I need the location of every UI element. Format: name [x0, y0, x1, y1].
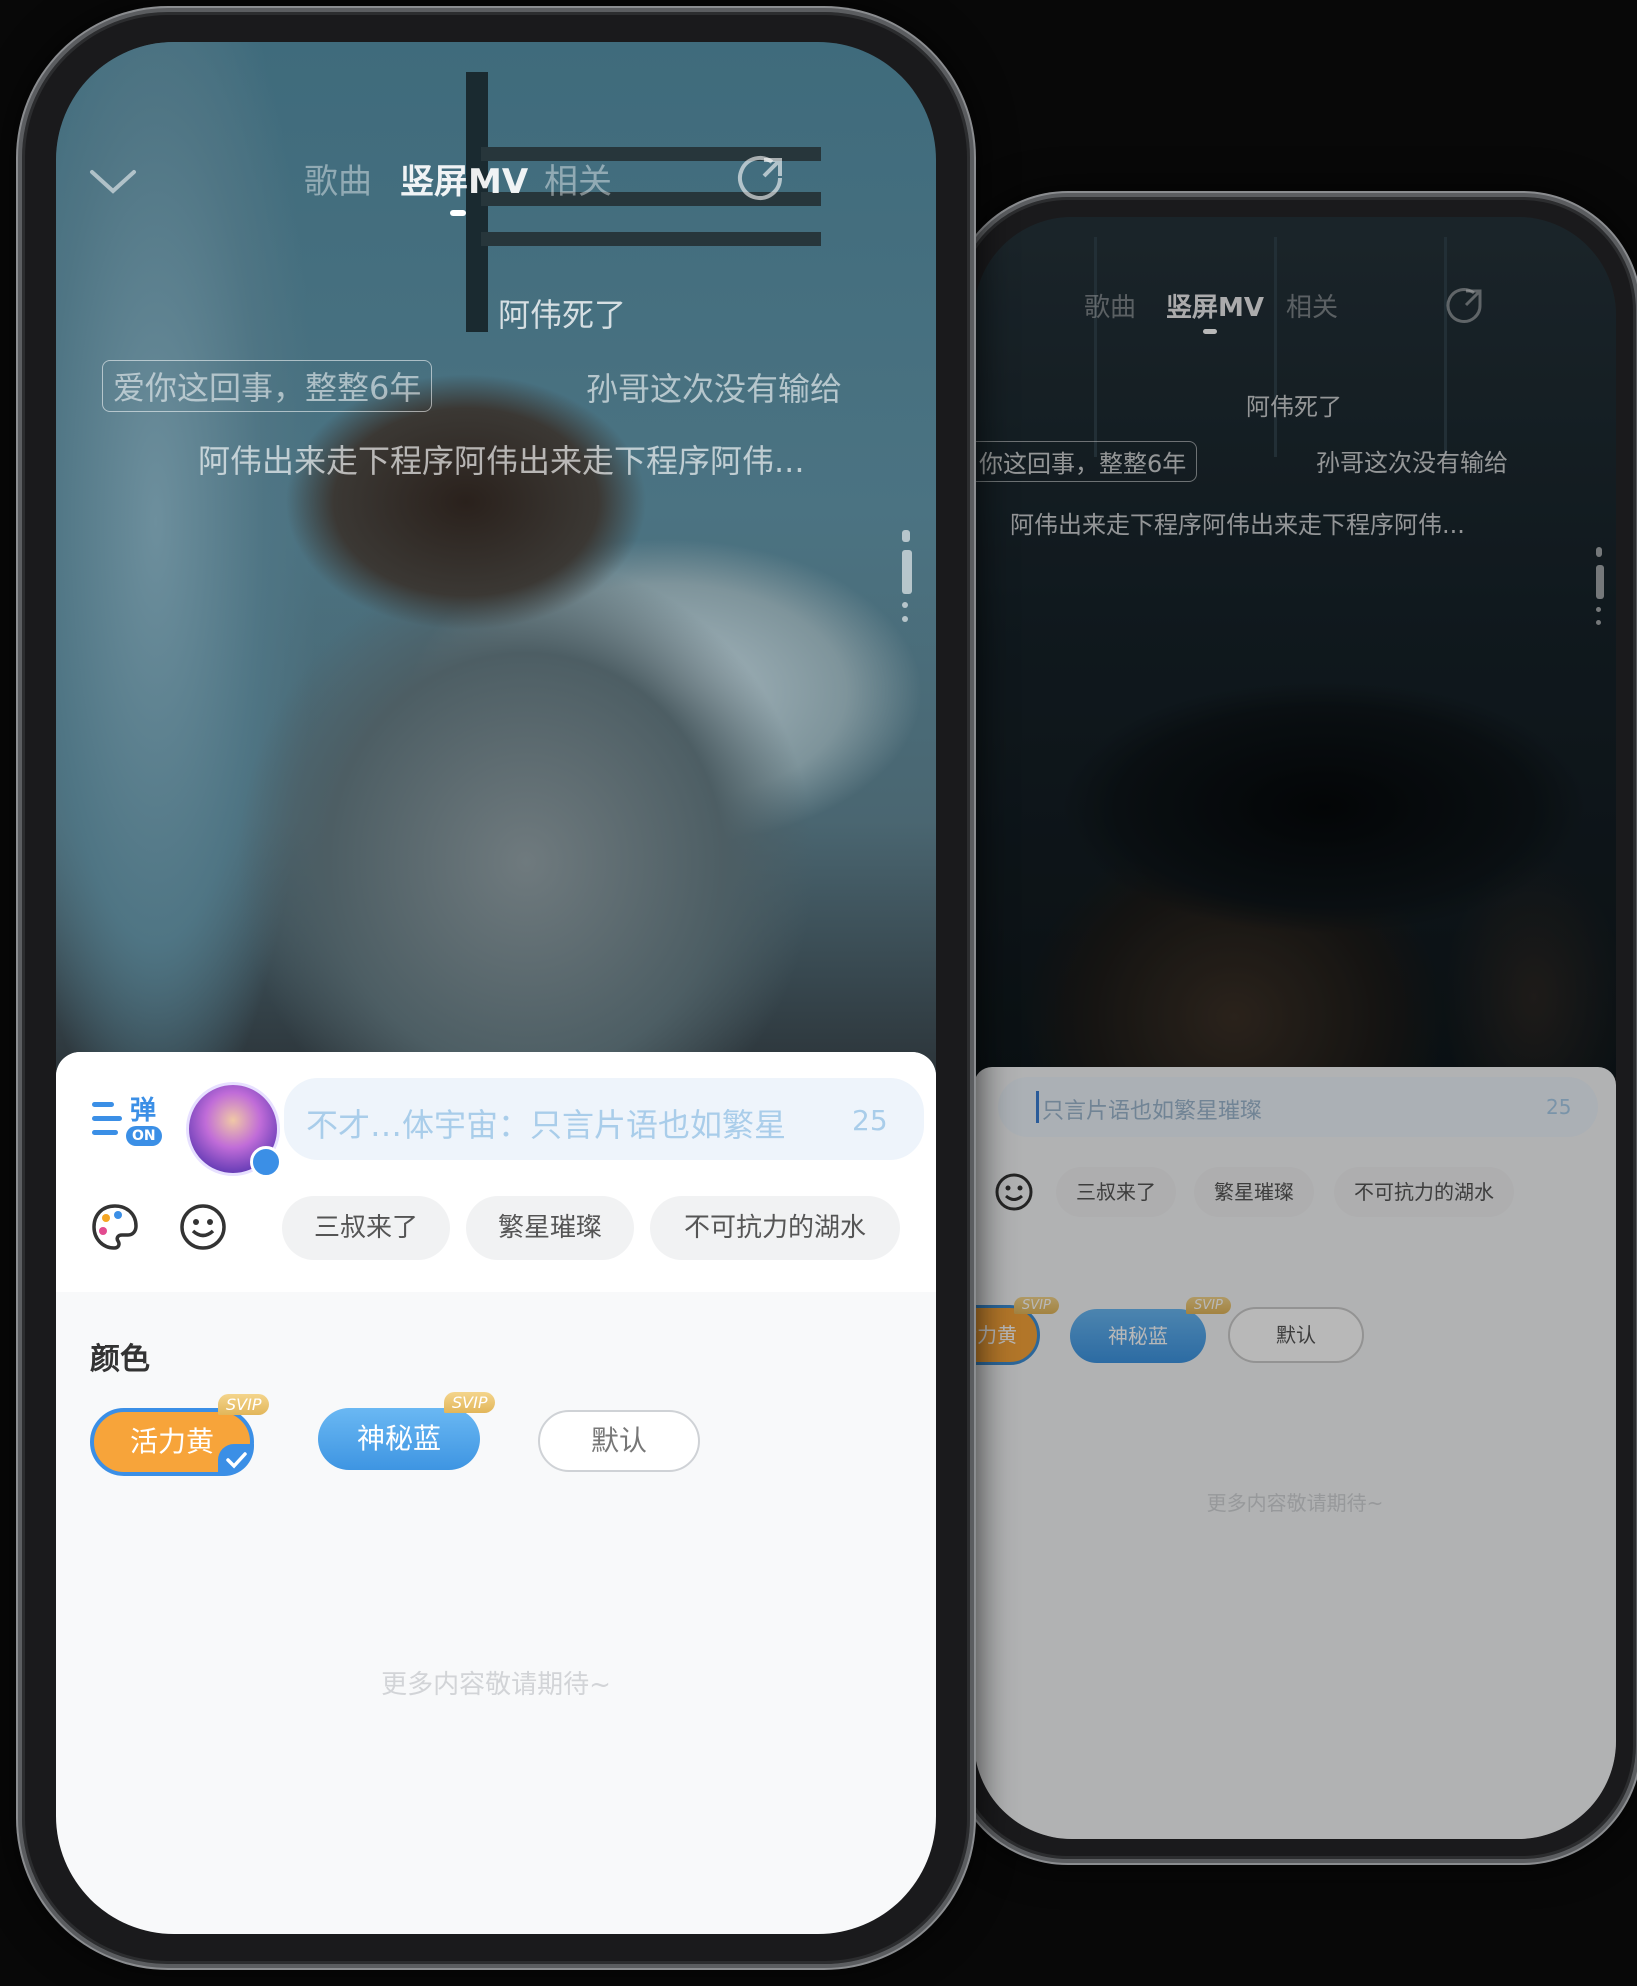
tab-song[interactable]: 歌曲: [1084, 287, 1136, 324]
color-option-yellow[interactable]: 活力黄: [974, 1305, 1040, 1365]
danmaku-style-panel: 只言片语也如繁星璀璨 25 三叔来了 繁星璀璨 不可抗力的湖水 活力黄 SVIP…: [974, 1067, 1616, 1839]
char-count: 25: [852, 1104, 888, 1137]
svip-badge: SVIP: [444, 1392, 496, 1413]
tab-indicator: [1203, 329, 1217, 334]
color-option-blue[interactable]: 神秘蓝: [318, 1408, 480, 1470]
color-option-label: 神秘蓝: [1108, 1324, 1168, 1348]
danmaku-comment-own: 你这回事，整整6年: [974, 441, 1198, 482]
danmaku-input-text: 只言片语也如繁星璀璨: [1042, 1099, 1263, 1124]
side-control-strip: [902, 530, 912, 630]
tab-related[interactable]: 相关: [1286, 287, 1338, 324]
back-phone-screen: 歌曲 竖屏MV 相关 阿伟死了 你这回事，整整6年 孙哥这次没有输给 阿伟出来走…: [974, 217, 1616, 1839]
share-icon[interactable]: [1444, 285, 1486, 327]
svip-badge: SVIP: [1014, 1297, 1059, 1314]
tab-song[interactable]: 歌曲: [304, 154, 372, 203]
collapse-chevron-icon[interactable]: [88, 166, 138, 196]
color-option-default[interactable]: 默认: [1228, 1307, 1364, 1363]
color-option-label: 默认: [1276, 1323, 1316, 1347]
coming-soon-note: 更多内容敬请期待~: [1206, 1491, 1384, 1515]
dot-icon: [902, 602, 908, 608]
svip-badge: SVIP: [218, 1394, 270, 1415]
svip-badge: SVIP: [1186, 1297, 1231, 1314]
palette-icon[interactable]: [90, 1202, 140, 1252]
danmaku-toggle-label: 弹: [130, 1096, 157, 1126]
quick-phrase-chip[interactable]: 三叔来了: [1056, 1167, 1176, 1217]
color-option-default[interactable]: 默认: [538, 1410, 700, 1472]
quick-phrase-chip[interactable]: 三叔来了: [282, 1196, 450, 1260]
back-phone-frame: 歌曲 竖屏MV 相关 阿伟死了 你这回事，整整6年 孙哥这次没有输给 阿伟出来走…: [950, 193, 1637, 1863]
top-tab-bar: 歌曲 竖屏MV 相关: [974, 287, 1616, 347]
tab-vertical-mv[interactable]: 竖屏MV: [400, 154, 528, 203]
danmaku-comment: 孙哥这次没有输给: [1316, 449, 1508, 477]
danmaku-toggle[interactable]: 弹 ON: [90, 1090, 170, 1154]
dot-icon: [1596, 607, 1601, 612]
top-tab-bar: 歌曲 竖屏MV 相关: [56, 152, 936, 222]
danmaku-comment: 阿伟死了: [1246, 393, 1342, 421]
coming-soon-note: 更多内容敬请期待~: [381, 1670, 611, 1700]
danmaku-lines-icon: [92, 1102, 122, 1135]
color-option-label: 活力黄: [974, 1323, 1017, 1347]
tab-vertical-mv[interactable]: 竖屏MV: [1166, 287, 1264, 324]
color-option-label: 默认: [590, 1424, 647, 1457]
color-option-label: 活力黄: [129, 1425, 214, 1458]
danmaku-on-badge: ON: [126, 1126, 162, 1146]
danmaku-input[interactable]: 只言片语也如繁星璀璨 25: [998, 1077, 1598, 1137]
front-phone-frame: 歌曲 竖屏MV 相关 阿伟死了 爱你这回事，整整6年 孙哥这次没有输给 阿伟出来…: [18, 8, 974, 1968]
danmaku-style-panel: 弹 ON 不才…体宇宙：只言片语也如繁星 25 三叔来了 繁星璀璨 不可抗力的湖…: [56, 1052, 936, 1934]
tab-related[interactable]: 相关: [544, 154, 612, 203]
text-cursor: [1036, 1091, 1039, 1123]
danmaku-comment-own: 爱你这回事，整整6年: [102, 360, 433, 412]
front-phone-screen: 歌曲 竖屏MV 相关 阿伟死了 爱你这回事，整整6年 孙哥这次没有输给 阿伟出来…: [56, 42, 936, 1934]
dot-icon: [1596, 620, 1601, 625]
progress-handle[interactable]: [1596, 565, 1604, 599]
dot-icon: [902, 616, 908, 622]
danmaku-input-text: 不才…体宇宙：只言片语也如繁星: [306, 1106, 787, 1144]
char-count: 25: [1546, 1095, 1572, 1119]
danmaku-input[interactable]: 不才…体宇宙：只言片语也如繁星 25: [284, 1078, 924, 1160]
quick-phrase-chip[interactable]: 不可抗力的湖水: [650, 1196, 900, 1260]
danmaku-comment: 孙哥这次没有输给: [586, 370, 843, 408]
quick-phrase-chip[interactable]: 繁星璀璨: [466, 1196, 634, 1260]
selected-check-icon: [218, 1444, 254, 1476]
quick-phrase-chip[interactable]: 繁星璀璨: [1194, 1167, 1314, 1217]
volume-icon[interactable]: [1596, 547, 1602, 557]
quick-phrase-chip[interactable]: 不可抗力的湖水: [1334, 1167, 1514, 1217]
emoji-icon[interactable]: [178, 1202, 228, 1252]
progress-handle[interactable]: [902, 550, 912, 594]
color-section-title: 颜色: [90, 1342, 150, 1377]
color-option-blue[interactable]: 神秘蓝: [1070, 1309, 1206, 1363]
emoji-icon[interactable]: [994, 1172, 1034, 1212]
danmaku-comment: 阿伟出来走下程序阿伟出来走下程序阿伟...: [1010, 511, 1465, 539]
color-option-label: 神秘蓝: [356, 1422, 441, 1455]
share-icon[interactable]: [736, 152, 788, 204]
side-control-strip: [1596, 547, 1604, 633]
danmaku-comment: 阿伟死了: [498, 296, 627, 334]
avatar-badge-icon: [250, 1146, 282, 1178]
volume-icon[interactable]: [902, 530, 910, 542]
tab-indicator: [450, 210, 466, 216]
danmaku-comment: 阿伟出来走下程序阿伟出来走下程序阿伟...: [198, 442, 805, 480]
